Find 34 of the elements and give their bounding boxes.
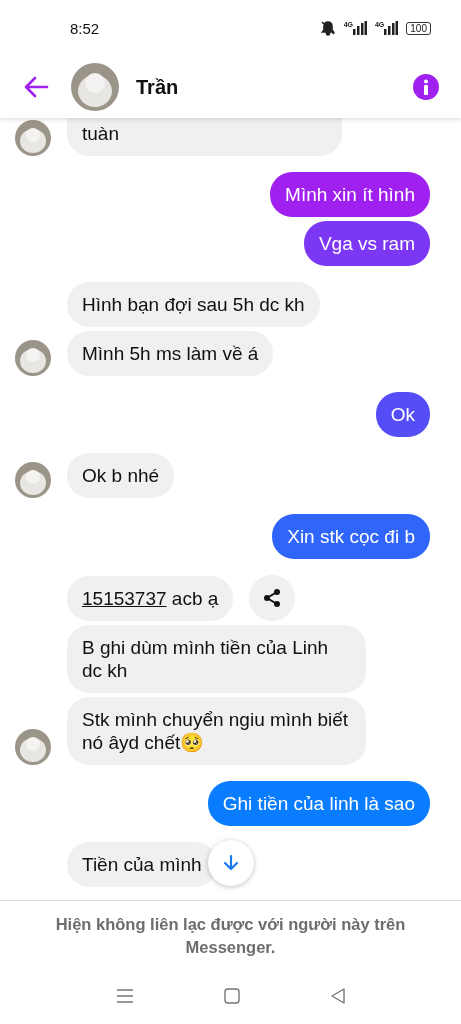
share-icon <box>262 588 283 608</box>
menu-icon[interactable] <box>115 988 134 1004</box>
signal-icon <box>384 21 399 35</box>
message-bubble: Mình 5h ms làm về á <box>67 331 274 376</box>
account-number-link[interactable]: 15153737 <box>82 588 167 609</box>
signal-icon <box>352 21 367 35</box>
info-icon[interactable] <box>413 74 439 100</box>
message-bubble: Ok b nhé <box>67 453 175 498</box>
message-bubble: Xin stk cọc đi b <box>272 514 430 559</box>
message-bubble: Stk mình chuyển ngiu mình biết nó âyd chết🥺 <box>67 697 366 765</box>
back-triangle-icon[interactable] <box>329 988 346 1004</box>
scroll-down-button[interactable] <box>208 840 254 886</box>
bell-off-icon <box>319 20 336 36</box>
home-icon[interactable] <box>223 988 240 1004</box>
message-bubble: Ok <box>375 392 430 437</box>
avatar[interactable] <box>15 729 51 765</box>
message-bubble: Hình bạn đợi sau 5h dc kh <box>67 282 320 327</box>
message-bubble: Vga vs ram <box>303 221 430 266</box>
avatar[interactable] <box>15 462 51 498</box>
arrow-down-icon <box>222 854 240 872</box>
share-button[interactable] <box>249 575 296 621</box>
message-bubble: Mình xin ít hình <box>270 172 430 217</box>
message-bubble: B ghi dùm mình tiền của Linh dc kh <box>67 625 366 693</box>
avatar[interactable] <box>15 340 51 376</box>
message-text: acb ạ <box>171 588 219 609</box>
message-bubble: Ghi tiền của linh là sao <box>207 781 430 826</box>
battery-indicator: 100 <box>406 21 431 35</box>
avatar[interactable] <box>71 63 119 111</box>
back-icon[interactable] <box>23 76 49 98</box>
status-time: 8:52 <box>70 19 100 37</box>
message-bubble: tuàn <box>67 118 342 156</box>
avatar[interactable] <box>15 120 51 156</box>
notice-text: Hiện không liên lạc được với người này trên Messenger. <box>54 914 407 958</box>
contact-name: Trần <box>136 75 180 99</box>
